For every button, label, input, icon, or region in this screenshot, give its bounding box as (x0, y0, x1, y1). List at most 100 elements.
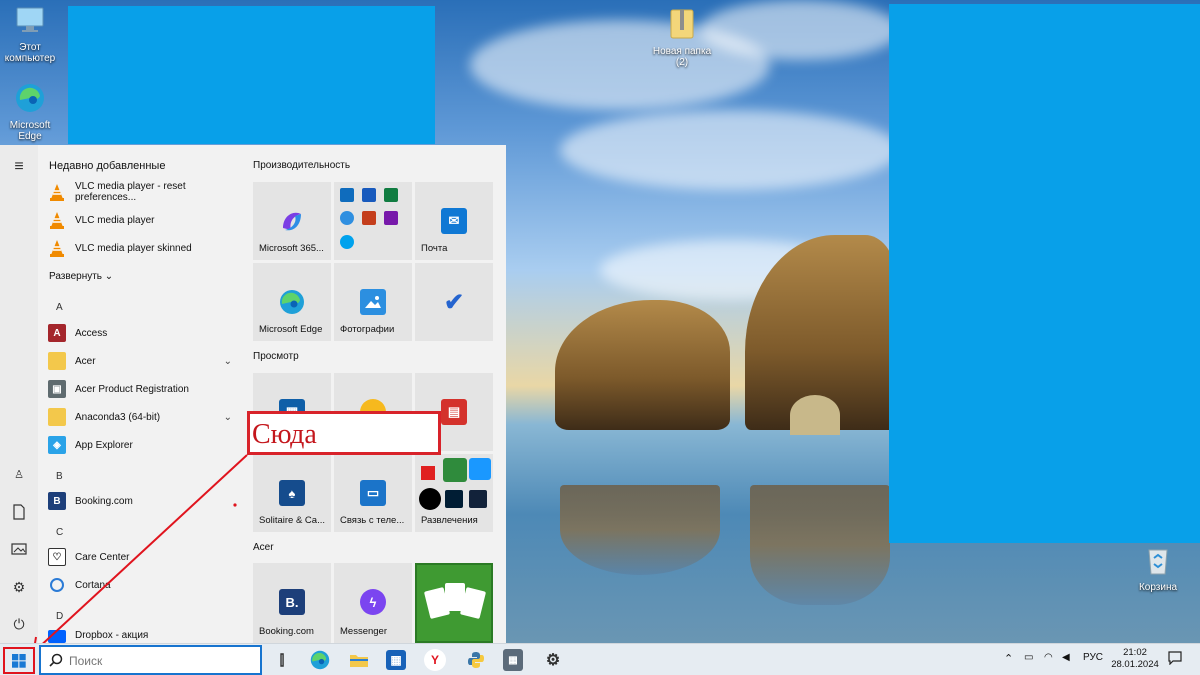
store-taskbar-icon[interactable]: ▦ (386, 650, 406, 670)
list-item[interactable]: Dropbox - акция (48, 630, 238, 643)
windows-logo-icon (12, 653, 26, 668)
tile-messenger[interactable]: ϟ Messenger (334, 563, 412, 643)
tiktok-icon (419, 488, 441, 510)
list-item[interactable]: ▣ Acer Product Registration (48, 378, 238, 400)
user-icon[interactable]: ♙ (11, 467, 27, 483)
annotation-callout: Сюда (247, 411, 441, 455)
annotation-text: Сюда (252, 419, 317, 450)
power-icon[interactable]: ⏻ (11, 616, 27, 632)
task-view-icon[interactable]: ⫿ (270, 648, 294, 672)
list-item-label: Acer (75, 355, 96, 367)
list-item-label: Anaconda3 (64-bit) (75, 411, 161, 423)
news-icon: ▤ (441, 399, 467, 425)
letter-header[interactable]: C (56, 527, 63, 538)
list-item[interactable]: A Access (48, 322, 238, 344)
list-item-label: Dropbox - акция (75, 630, 149, 641)
documents-icon[interactable] (11, 504, 27, 520)
python-icon[interactable] (464, 648, 488, 672)
list-item[interactable]: ◈ App Explorer (48, 434, 238, 456)
list-item[interactable]: Cortana (48, 574, 238, 596)
letter-header[interactable]: A (56, 302, 63, 313)
notifications-icon[interactable] (1168, 651, 1182, 668)
list-item[interactable]: ♡ Care Center (48, 546, 238, 568)
volume-icon[interactable]: ◀ (1062, 652, 1070, 663)
tile-phone-link[interactable]: ▭ Связь с теле... (334, 454, 412, 532)
app-explorer-icon: ◈ (48, 436, 66, 454)
folder-icon (48, 352, 66, 370)
start-button[interactable] (3, 647, 35, 674)
tile-booking[interactable]: B. Booking.com (253, 563, 331, 643)
pictures-icon[interactable] (11, 542, 27, 558)
edge-taskbar-icon[interactable] (308, 648, 332, 672)
yandex-browser-icon[interactable]: Y (424, 649, 446, 671)
list-item-label: Booking.com (75, 495, 133, 507)
tile-solitaire-game[interactable] (415, 563, 493, 643)
acer-registration-icon: ▣ (48, 380, 66, 398)
todo-check-icon: ✔ (443, 288, 465, 316)
redacted-area (889, 4, 1200, 543)
onenote-icon (384, 211, 398, 226)
tile-label: Solitaire & Ca... (259, 515, 325, 526)
search-input[interactable] (69, 652, 249, 670)
folder-zip-icon (670, 9, 694, 39)
clock-time: 21:02 (1123, 647, 1147, 658)
chevron-down-icon: ⌄ (223, 355, 232, 367)
desktop-icon-this-pc[interactable]: Этот компьютер (0, 6, 60, 64)
list-item-label: Acer Product Registration (75, 383, 189, 395)
wifi-icon[interactable]: ◠ (1044, 652, 1053, 663)
tile-label: Связь с теле... (340, 515, 405, 526)
cloud (560, 110, 900, 190)
list-item[interactable]: B Booking.com (48, 490, 238, 512)
booking-icon: B. (279, 589, 305, 615)
list-item[interactable]: VLC media player - reset preferences... (48, 181, 238, 203)
desktop-icon-label: Новая папка (2) (652, 46, 712, 68)
letter-header[interactable]: B (56, 471, 63, 482)
expand-label: Развернуть (49, 271, 103, 282)
search-icon (49, 653, 63, 667)
messenger-icon: ϟ (360, 589, 386, 615)
chevron-up-icon[interactable]: ⌃ (1004, 652, 1013, 665)
letter-header[interactable]: D (56, 611, 63, 622)
tile-todo[interactable]: ✔ (415, 263, 493, 341)
settings-gear-icon[interactable]: ⚙ (11, 579, 27, 595)
desktop-icon-label: Microsoft Edge (9, 120, 51, 142)
language-indicator[interactable]: РУС (1083, 652, 1103, 663)
list-item[interactable]: VLC media player (48, 209, 238, 231)
app-list: Недавно добавленные VLC media player - r… (38, 145, 243, 643)
tile-photos[interactable]: Фотографии (334, 263, 412, 341)
settings-taskbar-icon[interactable]: ⚙ (541, 648, 565, 672)
vlc-icon (48, 211, 66, 229)
phone-link-icon: ▭ (360, 480, 386, 506)
tile-entertainment[interactable]: Развлечения (415, 454, 493, 532)
prime-video-icon (469, 458, 491, 480)
recycle-bin-icon (1148, 549, 1168, 575)
list-item[interactable]: Acer ⌄ (48, 350, 238, 372)
tile-edge[interactable]: Microsoft Edge (253, 263, 331, 341)
tile-office-apps[interactable] (334, 182, 412, 260)
clock[interactable]: 21:02 28.01.2024 (1110, 647, 1160, 671)
roblox-icon (421, 466, 435, 480)
tile-mail[interactable]: ✉ Почта (415, 182, 493, 260)
desktop-icon-recycle-bin[interactable]: Корзина (1128, 544, 1188, 593)
entertainment-icons (417, 458, 491, 512)
tile-label: Почта (421, 243, 448, 254)
expand-button[interactable]: Развернуть ⌄ (49, 271, 113, 282)
list-item[interactable]: Anaconda3 (64-bit) ⌄ (48, 406, 238, 428)
desktop-icon-new-folder[interactable]: Новая папка (2) (652, 8, 712, 68)
dolby-icon (469, 490, 487, 508)
search-box[interactable] (39, 645, 262, 675)
file-explorer-icon[interactable] (347, 648, 371, 672)
calculator-icon[interactable]: ▦ (503, 649, 523, 671)
office-apps-icon (340, 188, 406, 254)
computer-icon (16, 7, 44, 32)
tile-microsoft-365[interactable]: Microsoft 365... (253, 182, 331, 260)
tile-solitaire[interactable]: ♠ Solitaire & Ca... (253, 454, 331, 532)
tile-label: Развлечения (421, 515, 478, 526)
meet-now-icon[interactable]: ▭ (1024, 652, 1033, 663)
desktop-icon-edge[interactable]: Microsoft Edge (0, 82, 60, 142)
tile-group-title: Acer (253, 542, 274, 553)
tile-group-title: Производительность (253, 160, 351, 171)
list-item[interactable]: VLC media player skinned (48, 237, 238, 259)
hamburger-menu-icon[interactable]: ≡ (11, 159, 27, 175)
clock-date: 28.01.2024 (1111, 659, 1159, 670)
